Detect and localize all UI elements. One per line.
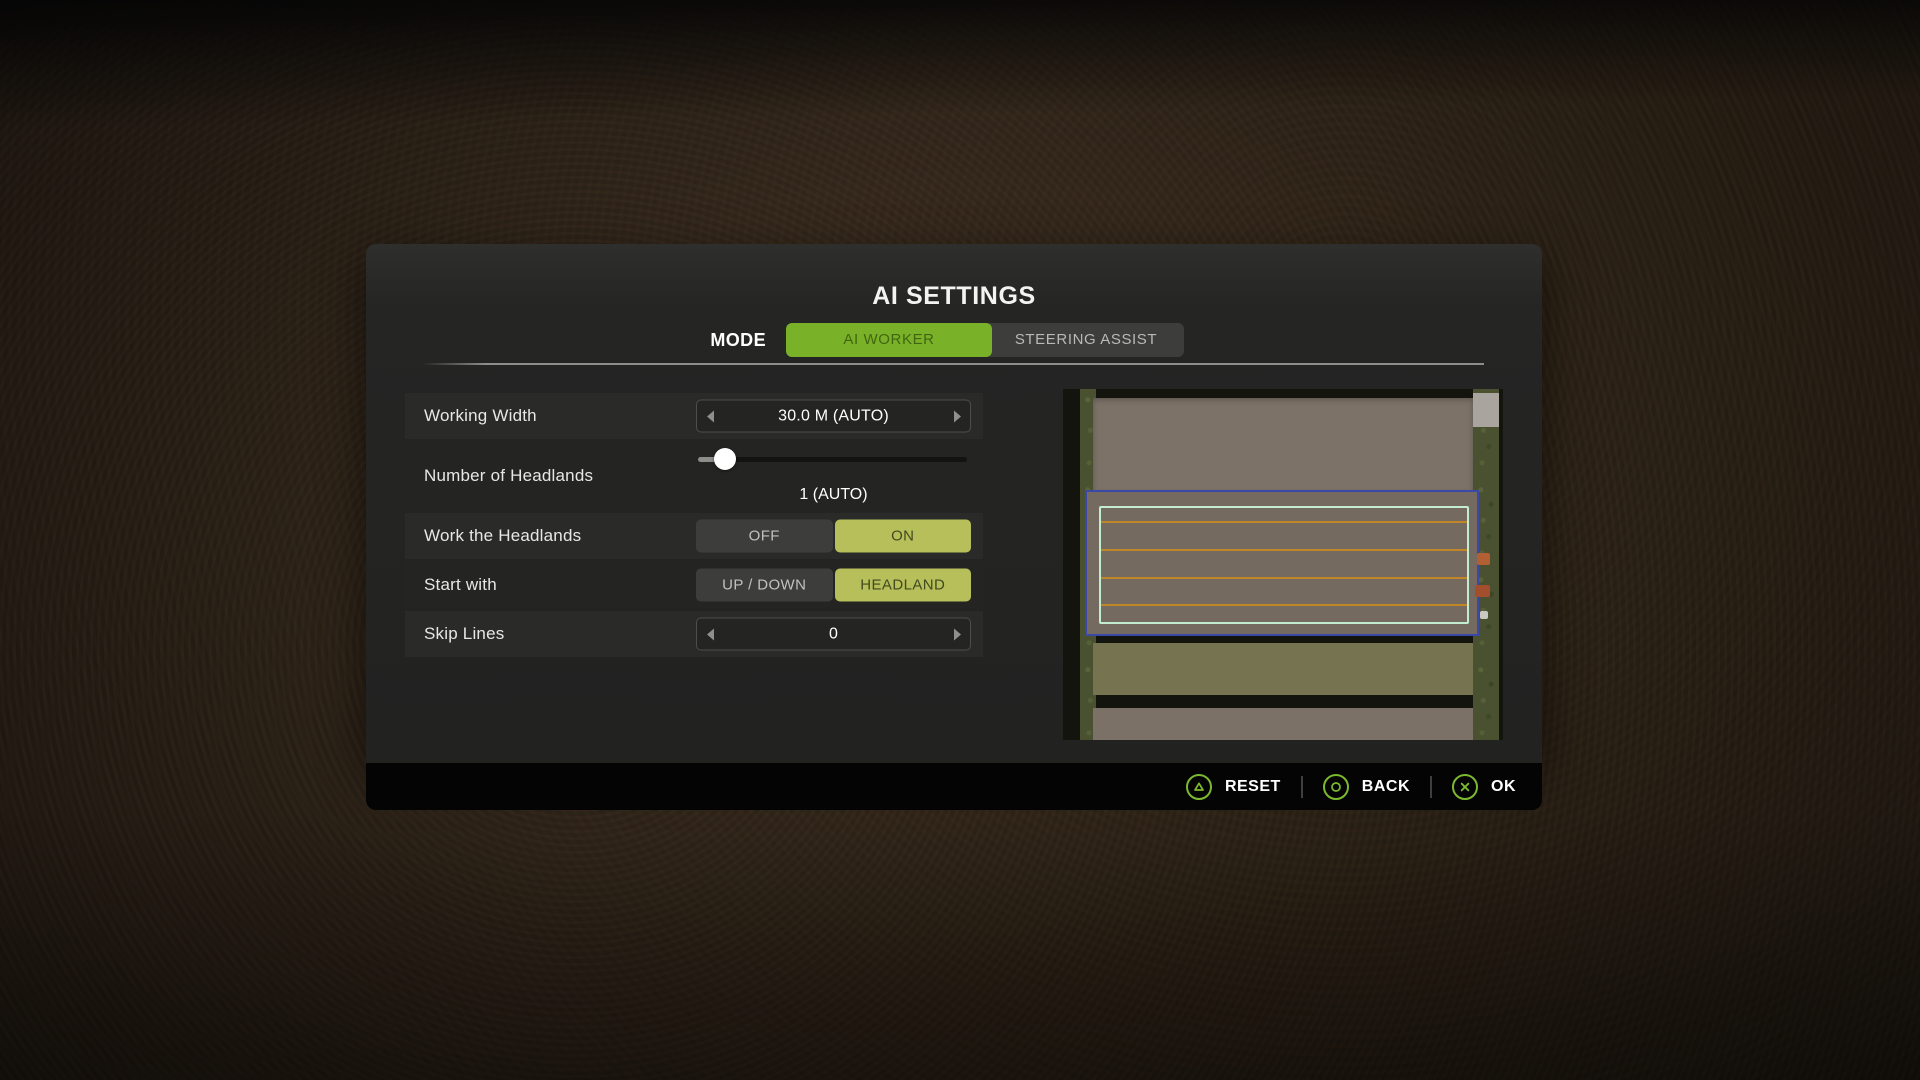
working-width-stepper[interactable]: 30.0 M (AUTO) — [696, 400, 971, 433]
ok-button[interactable]: OK — [1452, 774, 1516, 800]
page-title: AI SETTINGS — [366, 282, 1542, 311]
selected-field — [1085, 490, 1479, 636]
work-line — [1101, 604, 1467, 606]
footer-divider — [1301, 776, 1303, 798]
number-of-headlands-value: 1 (AUTO) — [696, 486, 971, 504]
chevron-left-icon — [707, 628, 714, 640]
work-the-headlands-toggle: OFF ON — [696, 520, 971, 553]
skip-lines-label: Skip Lines — [424, 611, 504, 657]
start-with-toggle: UP / DOWN HEADLAND — [696, 569, 971, 602]
map-building-marker — [1477, 553, 1490, 565]
mode-selector-row: MODE AI WORKER STEERING ASSIST — [366, 323, 1542, 357]
ai-settings-dialog: AI SETTINGS MODE AI WORKER STEERING ASSI… — [366, 244, 1542, 763]
ok-label: OK — [1491, 778, 1516, 796]
stepper-increase-button[interactable] — [944, 619, 970, 650]
stepper-decrease-button[interactable] — [697, 401, 723, 432]
skip-lines-stepper[interactable]: 0 — [696, 618, 971, 651]
adjacent-field-green — [1093, 643, 1473, 695]
work-the-headlands-row: Work the Headlands OFF ON — [405, 513, 983, 559]
headlands-on-button[interactable]: ON — [835, 520, 972, 553]
back-label: BACK — [1362, 778, 1410, 796]
back-button[interactable]: BACK — [1323, 774, 1410, 800]
gamepad-triangle-icon — [1186, 774, 1212, 800]
mode-tab-group: AI WORKER STEERING ASSIST — [786, 323, 1184, 357]
headlands-off-button[interactable]: OFF — [696, 520, 833, 553]
chevron-left-icon — [707, 410, 714, 422]
slider-track[interactable] — [698, 457, 967, 462]
tab-steering-assist[interactable]: STEERING ASSIST — [988, 323, 1184, 357]
map-building-marker — [1475, 585, 1490, 597]
start-updown-button[interactable]: UP / DOWN — [696, 569, 833, 602]
working-width-label: Working Width — [424, 393, 537, 439]
adjacent-field-top — [1093, 398, 1473, 491]
section-divider — [422, 363, 1484, 365]
chevron-right-icon — [954, 628, 961, 640]
start-with-row: Start with UP / DOWN HEADLAND — [405, 561, 983, 609]
start-with-label: Start with — [424, 561, 497, 609]
field-preview-map — [1063, 389, 1503, 740]
working-width-value: 30.0 M (AUTO) — [723, 407, 944, 425]
gamepad-circle-icon — [1323, 774, 1349, 800]
reset-label: RESET — [1225, 778, 1281, 796]
mode-label: MODE — [710, 323, 766, 357]
headlands-slider[interactable] — [698, 453, 967, 465]
start-headland-button[interactable]: HEADLAND — [835, 569, 972, 602]
tab-ai-worker[interactable]: AI WORKER — [786, 323, 992, 357]
map-object-marker — [1480, 611, 1488, 619]
stepper-decrease-button[interactable] — [697, 619, 723, 650]
adjacent-field-bottom — [1093, 708, 1473, 740]
work-the-headlands-label: Work the Headlands — [424, 513, 581, 559]
map-building-marker — [1473, 393, 1499, 427]
work-line — [1101, 521, 1467, 523]
skip-lines-value: 0 — [723, 625, 944, 643]
number-of-headlands-label: Number of Headlands — [424, 441, 593, 511]
work-line — [1101, 577, 1467, 579]
footer-divider — [1430, 776, 1432, 798]
stepper-increase-button[interactable] — [944, 401, 970, 432]
work-line — [1101, 549, 1467, 551]
skip-lines-row: Skip Lines 0 — [405, 611, 983, 657]
gamepad-cross-icon — [1452, 774, 1478, 800]
button-bar: RESET BACK OK — [366, 763, 1542, 810]
slider-handle[interactable] — [714, 448, 736, 470]
working-width-row: Working Width 30.0 M (AUTO) — [405, 393, 983, 439]
chevron-right-icon — [954, 410, 961, 422]
reset-button[interactable]: RESET — [1186, 774, 1281, 800]
headland-boundary-outline — [1099, 506, 1469, 624]
number-of-headlands-row: Number of Headlands 1 (AUTO) — [405, 441, 983, 511]
